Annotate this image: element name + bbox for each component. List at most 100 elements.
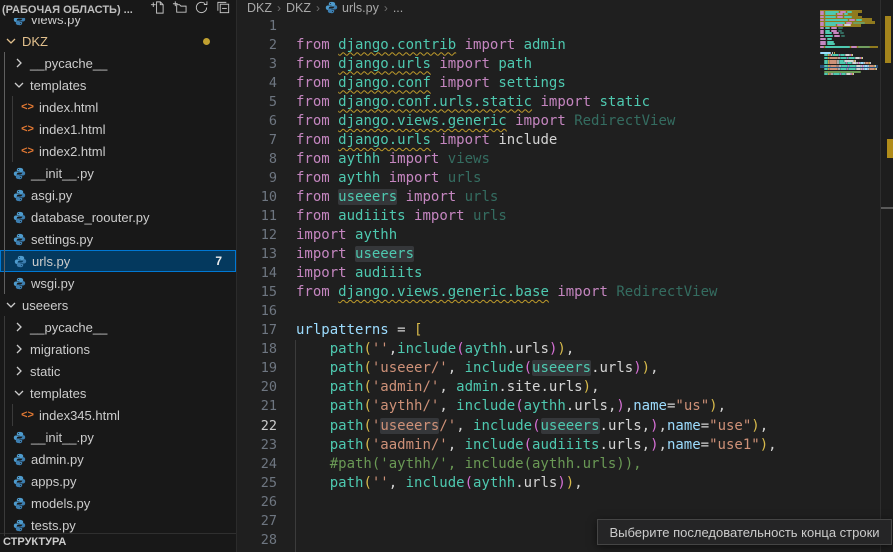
code-line-22[interactable]: 22 path('useeers/', include(useeers.urls… [238, 416, 820, 435]
code-line-8[interactable]: 8from aythh import views [238, 149, 820, 168]
breadcrumb-item[interactable]: DKZ [247, 1, 272, 15]
line-number[interactable]: 6 [238, 113, 277, 129]
code-line-20[interactable]: 20 path('admin/', admin.site.urls), [238, 378, 820, 397]
code-line-21[interactable]: 21 path('aythh/', include(aythh.urls,),n… [238, 397, 820, 416]
line-number[interactable]: 12 [238, 227, 277, 243]
code-line-1[interactable]: 1 [238, 16, 820, 35]
minimap[interactable] [820, 8, 878, 138]
line-number[interactable]: 26 [238, 494, 277, 510]
code-line-6[interactable]: 6from django.views.generic import Redire… [238, 111, 820, 130]
code-line-15[interactable]: 15from django.views.generic.base import … [238, 283, 820, 302]
tree-folder-templates[interactable]: templates [0, 382, 236, 404]
line-number[interactable]: 9 [238, 170, 277, 186]
tree-folder-templates[interactable]: templates [0, 74, 236, 96]
outline-section-header[interactable]: СТРУКТУРА [0, 533, 236, 552]
new-folder-icon[interactable] [171, 0, 188, 15]
line-number[interactable]: 17 [238, 322, 277, 338]
tree-file--init-py[interactable]: __init__.py [0, 162, 236, 184]
code-line-9[interactable]: 9from aythh import urls [238, 168, 820, 187]
tree-file-index1-html[interactable]: <>index1.html [0, 118, 236, 140]
line-number[interactable]: 24 [238, 456, 277, 472]
line-number[interactable]: 10 [238, 189, 277, 205]
code-area[interactable]: 12from django.contrib import admin3from … [238, 16, 820, 549]
tree-file-index2-html[interactable]: <>index2.html [0, 140, 236, 162]
line-number[interactable]: 22 [238, 418, 277, 434]
line-number[interactable]: 21 [238, 398, 277, 414]
code-line-3[interactable]: 3from django.urls import path [238, 54, 820, 73]
chevron-down-icon[interactable] [4, 300, 18, 310]
line-number[interactable]: 25 [238, 475, 277, 491]
tree-folder-dkz[interactable]: DKZ [0, 30, 236, 52]
chevron-right-icon[interactable] [12, 344, 26, 354]
line-number[interactable]: 3 [238, 56, 277, 72]
overview-ruler[interactable] [880, 0, 893, 552]
line-number[interactable]: 28 [238, 532, 277, 548]
chevron-right-icon[interactable] [12, 58, 26, 68]
tree-file-asgi-py[interactable]: asgi.py [0, 184, 236, 206]
refresh-icon[interactable] [193, 0, 210, 15]
line-number[interactable]: 14 [238, 265, 277, 281]
chevron-right-icon[interactable] [12, 366, 26, 376]
breadcrumb-item[interactable]: urls.py [325, 1, 379, 15]
tree-file-wsgi-py[interactable]: wsgi.py [0, 272, 236, 294]
line-number[interactable]: 1 [238, 18, 277, 34]
code-line-14[interactable]: 14import audiiits [238, 264, 820, 283]
breadcrumb-item[interactable]: DKZ [286, 1, 311, 15]
tree-file-models-py[interactable]: models.py [0, 492, 236, 514]
line-number[interactable]: 18 [238, 341, 277, 357]
code-line-13[interactable]: 13import useeers [238, 245, 820, 264]
line-number[interactable]: 15 [238, 284, 277, 300]
tree-file-index-html[interactable]: <>index.html [0, 96, 236, 118]
line-number[interactable]: 13 [238, 246, 277, 262]
line-number[interactable]: 16 [238, 303, 277, 319]
tree-file-index345-html[interactable]: <>index345.html [0, 404, 236, 426]
tree-file-urls-py[interactable]: urls.py7 [0, 250, 236, 272]
tree-file-apps-py[interactable]: apps.py [0, 470, 236, 492]
code-line-10[interactable]: 10from useeers import urls [238, 187, 820, 206]
breadcrumb-item[interactable]: ... [393, 1, 403, 15]
tree-item-label: index345.html [39, 408, 120, 423]
minimap-line [840, 68, 847, 70]
code-line-11[interactable]: 11from audiiits import urls [238, 206, 820, 225]
chevron-right-icon[interactable] [12, 322, 26, 332]
code-line-4[interactable]: 4from django.conf import settings [238, 73, 820, 92]
chevron-down-icon[interactable] [4, 36, 18, 46]
line-number[interactable]: 11 [238, 208, 277, 224]
chevron-down-icon[interactable] [12, 388, 26, 398]
line-number[interactable]: 5 [238, 94, 277, 110]
line-number[interactable]: 23 [238, 437, 277, 453]
tree-folder-useeers[interactable]: useeers [0, 294, 236, 316]
line-number[interactable]: 27 [238, 513, 277, 529]
line-number[interactable]: 7 [238, 132, 277, 148]
code-line-19[interactable]: 19 path('useeer/', include(useeers.urls)… [238, 359, 820, 378]
code-line-26[interactable]: 26 [238, 492, 820, 511]
tree-file--init-py[interactable]: __init__.py [0, 426, 236, 448]
tree-file-database-roouter-py[interactable]: database_roouter.py [0, 206, 236, 228]
tree-folder-migrations[interactable]: migrations [0, 338, 236, 360]
code-line-24[interactable]: 24 #path('aythh/', include(aythh.urls)), [238, 454, 820, 473]
code-line-18[interactable]: 18 path('',include(aythh.urls)), [238, 340, 820, 359]
tree-folder--pycache-[interactable]: __pycache__ [0, 316, 236, 338]
line-number[interactable]: 4 [238, 75, 277, 91]
code-line-16[interactable]: 16 [238, 302, 820, 321]
minimap-line [838, 30, 842, 32]
code-line-17[interactable]: 17urlpatterns = [ [238, 321, 820, 340]
line-number[interactable]: 19 [238, 360, 277, 376]
code-line-23[interactable]: 23 path('aadmin/', include(audiiits.urls… [238, 435, 820, 454]
chevron-down-icon[interactable] [12, 80, 26, 90]
tree-folder-static[interactable]: static [0, 360, 236, 382]
line-number[interactable]: 20 [238, 379, 277, 395]
code-line-25[interactable]: 25 path('', include(aythh.urls)), [238, 473, 820, 492]
code-line-12[interactable]: 12import aythh [238, 226, 820, 245]
code-line-2[interactable]: 2from django.contrib import admin [238, 35, 820, 54]
tree-folder--pycache-[interactable]: __pycache__ [0, 52, 236, 74]
code-line-7[interactable]: 7from django.urls import include [238, 130, 820, 149]
tree-file-settings-py[interactable]: settings.py [0, 228, 236, 250]
line-number[interactable]: 8 [238, 151, 277, 167]
line-number[interactable]: 2 [238, 37, 277, 53]
new-file-icon[interactable] [149, 0, 166, 15]
code-line-5[interactable]: 5from django.conf.urls.static import sta… [238, 92, 820, 111]
code-token [296, 341, 330, 357]
collapse-all-icon[interactable] [215, 0, 232, 15]
tree-file-admin-py[interactable]: admin.py [0, 448, 236, 470]
